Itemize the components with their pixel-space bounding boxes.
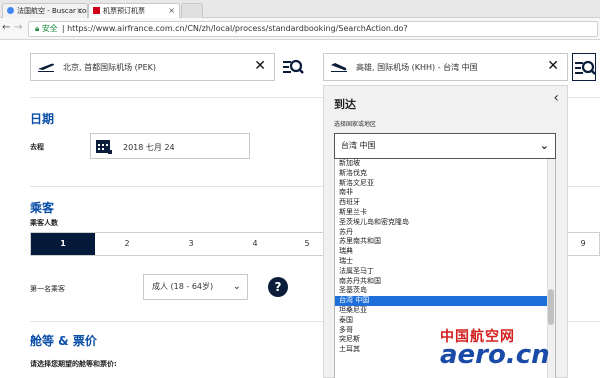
cabin-heading: 舱等 & 票价: [30, 334, 97, 348]
outbound-date-field[interactable]: 2018 七月 24: [90, 133, 250, 159]
passenger-count-option[interactable]: 4: [223, 233, 287, 255]
date-heading: 日期: [30, 112, 55, 126]
cabin-prompt: 请选择您期望的舱等和票价:: [30, 360, 117, 368]
country-option[interactable]: 瑞典: [335, 247, 555, 257]
address-bar: ← → 🔒︎ 安全 | https://www.airfrance.com.cn/…: [0, 18, 600, 40]
tab-air-france-search[interactable]: 法国航空 - Buscar con G ×: [2, 3, 88, 18]
passenger-count-label: 乘客人数: [30, 219, 58, 227]
passengers-heading: 乘客: [30, 201, 55, 215]
country-select[interactable]: 台湾 中国 ⌄: [334, 133, 556, 159]
passenger-count-option[interactable]: 9: [567, 233, 599, 255]
country-select-value: 台湾 中国: [341, 141, 376, 150]
watermark-en-text: aero.cn: [440, 340, 550, 370]
passenger-count-option[interactable]: 1: [31, 233, 95, 255]
passenger-count-option[interactable]: 3: [159, 233, 223, 255]
help-icon[interactable]: ?: [268, 277, 288, 297]
country-option[interactable]: 新加坡: [335, 159, 555, 169]
country-option[interactable]: 南非: [335, 188, 555, 198]
country-option[interactable]: 坦桑尼亚: [335, 306, 555, 316]
lock-icon: 🔒︎: [35, 24, 40, 33]
country-option[interactable]: 法属圣马丁: [335, 267, 555, 277]
tab-title: 机票预订机票: [103, 7, 145, 15]
country-option[interactable]: 圣基茨岛: [335, 286, 555, 296]
passenger-count-option[interactable]: 2: [95, 233, 159, 255]
country-option[interactable]: 斯洛文尼亚: [335, 179, 555, 189]
country-option[interactable]: 苏丹: [335, 228, 555, 238]
passenger-type-value: 成人 (18 - 64岁): [152, 282, 214, 291]
passenger-count-option[interactable]: 5: [287, 233, 327, 255]
country-option[interactable]: 斯洛伐克: [335, 169, 555, 179]
aero-cn-watermark-logo: 中国航空网 aero.cn: [440, 326, 600, 378]
destination-search-button[interactable]: [572, 53, 596, 81]
departure-plane-icon: [38, 63, 54, 72]
country-option[interactable]: 斯里兰卡: [335, 208, 555, 218]
first-passenger-label: 第一名乘客: [30, 285, 65, 293]
country-option[interactable]: 台湾 中国: [335, 296, 555, 306]
secure-label: 安全: [41, 24, 58, 33]
destination-value: 高雄, 国际机场 (KHH) - 台湾 中国: [356, 63, 478, 72]
country-option[interactable]: 南苏丹共和国: [335, 277, 555, 287]
clear-origin-icon[interactable]: ✕: [254, 58, 266, 74]
new-tab-button[interactable]: [181, 3, 203, 18]
close-tab-icon[interactable]: ×: [76, 4, 83, 18]
scrollbar-thumb[interactable]: [548, 289, 554, 325]
country-option[interactable]: 瑞士: [335, 257, 555, 267]
calendar-icon: [96, 140, 112, 154]
air-france-favicon-icon: [93, 7, 100, 14]
chevron-down-icon: ⌄: [232, 281, 241, 292]
url-text: https://www.airfrance.com.cn/CN/zh/local…: [67, 24, 408, 33]
url-field[interactable]: 🔒︎ 安全 | https://www.airfrance.com.cn/CN/z…: [28, 21, 598, 37]
chevron-down-icon: ⌄: [539, 139, 549, 152]
tab-booking[interactable]: 机票预订机票 ×: [88, 3, 180, 18]
origin-value: 北京, 首都国际机场 (PEK): [63, 63, 156, 72]
clear-destination-icon[interactable]: ✕: [547, 58, 559, 74]
search-list-icon: [575, 60, 596, 75]
panel-title: 到达: [334, 98, 356, 111]
search-list-icon: [283, 59, 304, 74]
origin-field[interactable]: 北京, 首都国际机场 (PEK) ✕: [30, 53, 275, 81]
passenger-type-select[interactable]: 成人 (18 - 64岁) ⌄: [143, 274, 248, 300]
google-favicon-icon: [7, 7, 14, 14]
country-option[interactable]: 西班牙: [335, 198, 555, 208]
country-option[interactable]: 圣茨埃儿岛和密克隆岛: [335, 218, 555, 228]
forward-arrow-icon[interactable]: →: [14, 22, 22, 33]
browser-tab-strip: 法国航空 - Buscar con G × 机票预订机票 ×: [0, 0, 600, 18]
destination-field[interactable]: 高雄, 国际机场 (KHH) - 台湾 中国 ✕: [323, 53, 568, 81]
chevron-left-icon[interactable]: ‹: [553, 90, 559, 106]
country-select-label: 选择国家或地区: [334, 121, 377, 128]
outbound-date-value: 2018 七月 24: [123, 143, 175, 152]
arrival-plane-icon: [331, 63, 347, 72]
back-arrow-icon[interactable]: ←: [2, 22, 10, 33]
country-option[interactable]: 苏里南共和国: [335, 237, 555, 247]
country-option[interactable]: 泰国: [335, 316, 555, 326]
close-tab-icon[interactable]: ×: [168, 4, 175, 18]
origin-search-button[interactable]: [281, 53, 305, 81]
outbound-label: 去程: [30, 143, 44, 151]
